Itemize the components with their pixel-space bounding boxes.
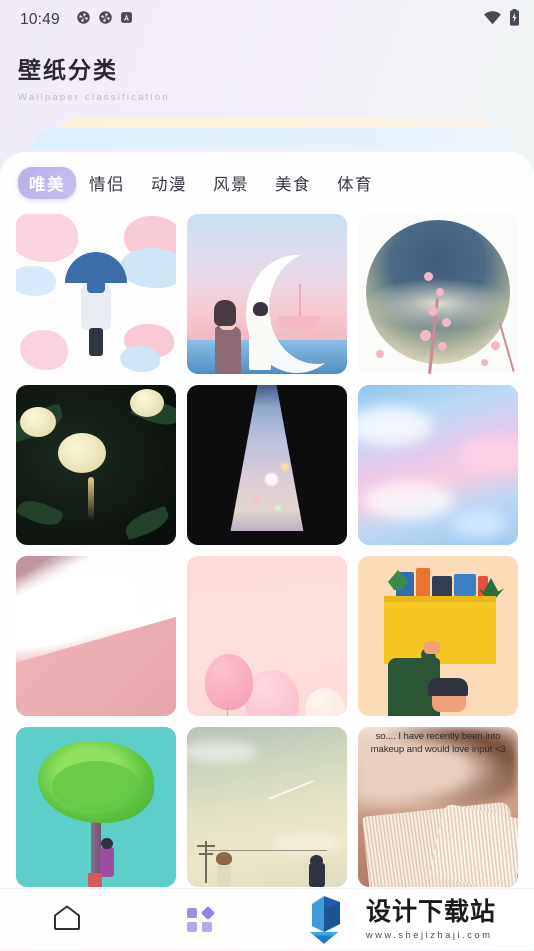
watermark-url: www.shejizhaji.com — [366, 930, 493, 940]
watermark: 设计下载站 www.shejizhaji.com — [300, 890, 534, 950]
watermark-brand: 设计下载站 — [366, 898, 497, 926]
stacked-card-edges — [0, 117, 534, 151]
page-header: 壁纸分类 Wallpaper classification — [0, 40, 534, 103]
status-left-icons — [76, 10, 133, 30]
page-title: 壁纸分类 — [18, 57, 118, 83]
wallpaper-card[interactable] — [187, 556, 347, 716]
wallpaper-card[interactable] — [187, 727, 347, 887]
tab-dongman[interactable]: 动漫 — [138, 166, 200, 200]
battery-charging-icon — [509, 9, 520, 31]
wallpaper-card[interactable] — [16, 385, 176, 545]
sync-circle-icon — [76, 10, 91, 30]
open-book-makeup-quote-art: so.... I have recently been into makeup … — [358, 727, 518, 887]
wallpaper-card[interactable]: so.... I have recently been into makeup … — [358, 727, 518, 887]
stack-layer-blue — [32, 128, 516, 151]
wallpaper-card[interactable] — [16, 214, 176, 374]
wallpaper-card[interactable] — [16, 727, 176, 887]
tab-tiyu[interactable]: 体育 — [324, 166, 386, 200]
tab-meishi[interactable]: 美食 — [262, 166, 324, 200]
pink-balloons-art — [187, 556, 347, 716]
wallpaper-card[interactable] — [358, 556, 518, 716]
wallpaper-card[interactable] — [358, 214, 518, 374]
nav-home[interactable] — [0, 904, 134, 935]
page-subtitle: Wallpaper classification — [18, 92, 170, 104]
tab-fengjing[interactable]: 风景 — [200, 166, 262, 200]
wallpaper-card[interactable] — [187, 214, 347, 374]
wifi-icon — [484, 10, 501, 30]
moon-cherry-blossom-art — [358, 214, 518, 374]
wallpaper-caption: so.... I have recently been into makeup … — [370, 731, 506, 755]
wallpaper-grid: so.... I have recently been into makeup … — [0, 208, 534, 887]
app-badge-a-icon — [120, 11, 133, 29]
wallpaper-card[interactable] — [358, 385, 518, 545]
status-right-icons — [484, 9, 520, 31]
grocery-bag-person-art — [358, 556, 518, 716]
category-tab-bar[interactable]: 唯美 情侣 动漫 风景 美食 体育 — [0, 152, 534, 208]
status-bar: 10:49 — [0, 0, 534, 40]
tab-qinglv[interactable]: 情侣 — [76, 166, 138, 200]
content-sheet: 唯美 情侣 动漫 风景 美食 体育 so.... I have recently… — [0, 152, 534, 950]
umbrella-girl-sakura-art — [16, 214, 176, 374]
nav-categories[interactable] — [134, 905, 268, 932]
sync-circle-icon — [98, 10, 113, 30]
pastel-clouds-art — [358, 385, 518, 545]
status-time: 10:49 — [20, 11, 60, 28]
pink-beach-waves-art — [16, 556, 176, 716]
green-tree-teal-art — [16, 727, 176, 887]
download-arrow-logo — [304, 894, 360, 946]
category-grid-icon — [187, 905, 216, 932]
wallpaper-card[interactable] — [16, 556, 176, 716]
white-flowers-dark-art — [16, 385, 176, 545]
tab-weimei[interactable]: 唯美 — [18, 167, 76, 199]
iridescent-veil-art — [187, 385, 347, 545]
vintage-sky-figures-art — [187, 727, 347, 887]
wallpaper-card[interactable] — [187, 385, 347, 545]
home-icon — [52, 904, 82, 935]
couple-crescent-moon-art — [187, 214, 347, 374]
